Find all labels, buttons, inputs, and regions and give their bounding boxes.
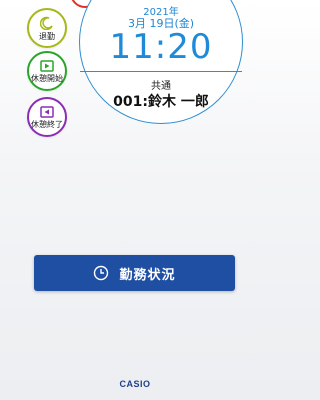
brand-logo: CASIO bbox=[119, 379, 151, 389]
clock-panel: 2021年 3月 19日(金) 11:20 共通 001:鈴木 一郎 bbox=[79, 0, 243, 124]
break-start-icon bbox=[40, 59, 54, 72]
work-status-button[interactable]: 勤務状況 bbox=[34, 255, 235, 291]
moon-icon bbox=[40, 16, 53, 30]
break-end-button[interactable]: 休憩終了 bbox=[27, 97, 67, 137]
clock-out-button[interactable]: 退勤 bbox=[27, 8, 67, 48]
clock-time: 11:20 bbox=[109, 27, 213, 67]
break-end-icon bbox=[40, 105, 54, 118]
break-start-label: 休憩開始 bbox=[31, 73, 63, 83]
clock-user: 001:鈴木 一郎 bbox=[113, 94, 209, 110]
break-start-button[interactable]: 休憩開始 bbox=[27, 51, 67, 91]
clock-group: 共通 bbox=[151, 81, 171, 92]
break-end-label: 休憩終了 bbox=[31, 119, 63, 129]
clock-out-label: 退勤 bbox=[39, 31, 55, 41]
clock-divider bbox=[80, 71, 242, 72]
clock-icon bbox=[94, 265, 109, 281]
work-status-label: 勤務状況 bbox=[119, 267, 176, 283]
